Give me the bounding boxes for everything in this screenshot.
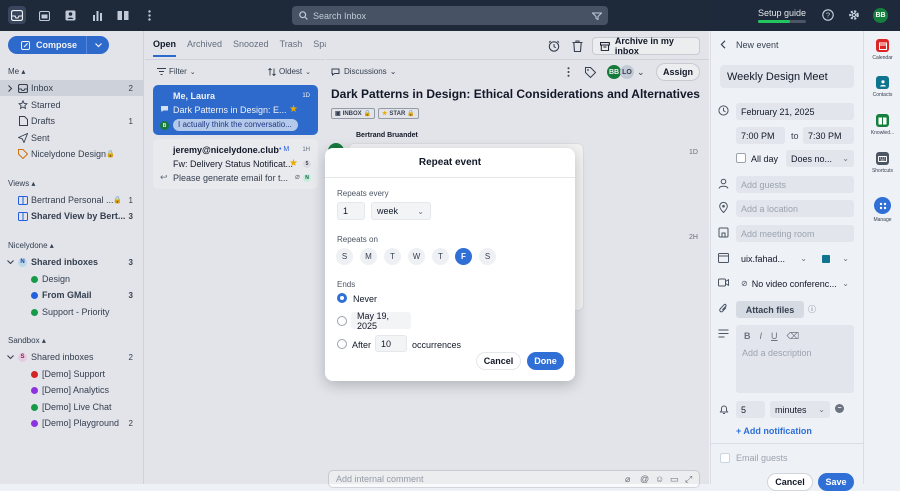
- help-icon[interactable]: ?: [819, 6, 837, 24]
- chevron-down-icon: ⌄: [842, 279, 849, 288]
- calendar-select[interactable]: uix.fahad... ⌄: [736, 250, 812, 267]
- clear-format-icon[interactable]: ⌫: [787, 331, 800, 342]
- event-save-button[interactable]: Save: [818, 473, 854, 491]
- repeat-select[interactable]: Does no... ⌄: [786, 150, 854, 167]
- info-icon[interactable]: ⓘ: [808, 304, 816, 315]
- day-toggle-tuesday[interactable]: T: [384, 248, 401, 265]
- user-avatar[interactable]: BB: [873, 8, 888, 23]
- bell-icon: [718, 404, 729, 415]
- app-shortcuts[interactable]: Shortcuts: [864, 152, 900, 174]
- day-toggle-thursday[interactable]: T: [432, 248, 449, 265]
- video-icon: [718, 277, 729, 288]
- paperclip-icon: [718, 303, 729, 314]
- app-label: Contacts: [872, 92, 893, 98]
- ends-after-label: After: [352, 340, 372, 350]
- all-day-checkbox[interactable]: [736, 153, 746, 163]
- email-guests-label: Email guests: [736, 453, 788, 463]
- calendar-icon: [718, 252, 729, 263]
- app-label: Knowled...: [870, 130, 895, 136]
- grid-app-icon: [874, 197, 891, 214]
- calendar-app-icon: [876, 39, 889, 52]
- attach-files-button[interactable]: Attach files: [736, 301, 804, 318]
- app-label: Calendar: [872, 55, 893, 61]
- guests-icon: [718, 178, 729, 189]
- description-editor[interactable]: B I U ⌫ Add a description: [736, 325, 854, 393]
- app-manage[interactable]: Manage: [864, 197, 900, 223]
- calendar-color-select[interactable]: ⌄: [817, 250, 854, 267]
- ends-on-date-radio[interactable]: [337, 316, 347, 326]
- bold-icon[interactable]: B: [744, 331, 751, 342]
- app-knowledge[interactable]: Knowled...: [864, 114, 900, 136]
- repeat-event-dialog: Repeat event Repeats every 1 week ⌄ Repe…: [325, 148, 575, 381]
- event-start-time[interactable]: 7:00 PM: [736, 127, 785, 144]
- event-end-time[interactable]: 7:30 PM: [803, 127, 854, 144]
- cancel-button[interactable]: Cancel: [476, 352, 521, 370]
- chevron-down-icon: ⌄: [800, 254, 807, 263]
- svg-text:?: ?: [826, 11, 830, 20]
- day-toggle-friday[interactable]: F: [455, 248, 472, 265]
- keyboard-app-icon: [876, 152, 889, 165]
- reminder-unit-select[interactable]: minutes ⌄: [770, 401, 830, 418]
- event-date-input[interactable]: February 21, 2025: [736, 103, 854, 120]
- ends-after-radio[interactable]: [337, 339, 347, 349]
- color-swatch: [822, 254, 830, 263]
- chevron-down-icon: ⌄: [818, 405, 825, 414]
- occurrences-input[interactable]: 10: [375, 335, 407, 352]
- guests-input[interactable]: Add guests: [736, 176, 854, 193]
- remove-notification-icon[interactable]: −: [835, 404, 844, 413]
- to-label: to: [791, 131, 799, 141]
- italic-icon[interactable]: I: [760, 331, 763, 342]
- description-placeholder: Add a description: [742, 348, 812, 358]
- event-cancel-button[interactable]: Cancel: [767, 473, 813, 491]
- ends-label: Ends: [337, 280, 356, 289]
- contacts-app-icon: [876, 76, 889, 89]
- chevron-down-icon: ⌄: [842, 154, 849, 163]
- ends-never-radio[interactable]: [337, 293, 347, 303]
- day-toggle-monday[interactable]: M: [360, 248, 377, 265]
- meeting-room-input[interactable]: Add meeting room: [736, 225, 854, 242]
- location-pin-icon: [718, 202, 729, 213]
- reminder-value-input[interactable]: 5: [736, 401, 765, 418]
- done-button[interactable]: Done: [527, 352, 564, 370]
- chevron-down-icon: ⌄: [417, 206, 424, 216]
- end-date-input[interactable]: May 19, 2025: [351, 311, 411, 331]
- interval-unit-select[interactable]: week ⌄: [371, 202, 431, 220]
- all-day-label: All day: [751, 154, 779, 164]
- no-video-icon: ⊘: [741, 279, 748, 288]
- day-toggle-sunday[interactable]: S: [336, 248, 353, 265]
- settings-gear-icon[interactable]: [845, 6, 863, 24]
- underline-icon[interactable]: U: [771, 331, 778, 342]
- email-guests-checkbox[interactable]: [720, 453, 730, 463]
- clock-icon: [718, 105, 729, 116]
- ends-never-label: Never: [353, 294, 378, 304]
- video-conference-select[interactable]: ⊘ No video conferenc... ⌄: [736, 275, 854, 292]
- chevron-down-icon: ⌄: [842, 254, 849, 263]
- panel-header: New event: [736, 40, 779, 50]
- app-calendar[interactable]: Calendar: [864, 39, 900, 61]
- interval-input[interactable]: 1: [337, 202, 365, 220]
- repeats-on-label: Repeats on: [337, 235, 378, 244]
- app-label: Shortcuts: [871, 168, 894, 174]
- occurrences-label: occurrences: [412, 340, 462, 350]
- event-title-input[interactable]: Weekly Design Meet: [720, 65, 854, 88]
- back-arrow-icon[interactable]: [720, 40, 728, 49]
- divider: [711, 443, 863, 444]
- dialog-title: Repeat event: [418, 157, 482, 168]
- setup-progress: [758, 20, 806, 23]
- new-event-panel: New event Weekly Design Meet February 21…: [710, 31, 863, 491]
- room-icon: [718, 227, 729, 238]
- app-contacts[interactable]: Contacts: [864, 76, 900, 98]
- day-toggle-wednesday[interactable]: W: [408, 248, 425, 265]
- book-app-icon: [876, 114, 889, 127]
- app-rail: Calendar Contacts Knowled... Shortcuts M…: [863, 31, 900, 484]
- add-notification-link[interactable]: + Add notification: [736, 426, 812, 436]
- app-label: Manage: [873, 217, 892, 223]
- day-toggle-saturday[interactable]: S: [479, 248, 496, 265]
- description-icon: [718, 328, 729, 339]
- divider: [325, 177, 575, 178]
- repeats-every-label: Repeats every: [337, 189, 389, 198]
- setup-guide-link[interactable]: Setup guide: [758, 8, 806, 18]
- location-input[interactable]: Add a location: [736, 200, 854, 217]
